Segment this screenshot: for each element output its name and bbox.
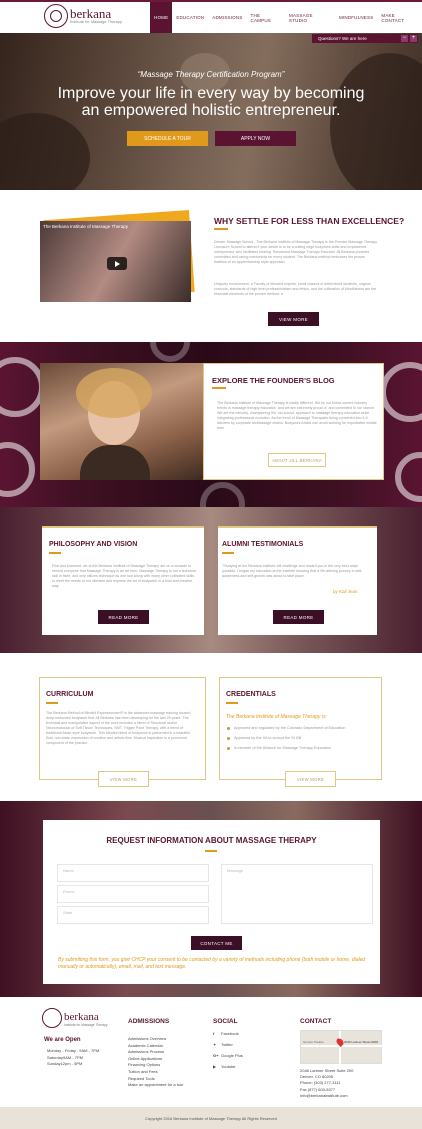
nav-make-contact[interactable]: Make Contact [377, 2, 422, 33]
social-links: f Facebook ✦ Twitter G+ Google Plus ▶ Youtub… [213, 1028, 243, 1072]
nav-education[interactable]: Education [172, 2, 208, 33]
hours-list: Monday - Friday : 9AM - 7PM Saturday9AM … [47, 1048, 99, 1068]
curriculum-title: CURRICULUM [46, 691, 94, 698]
divider [226, 702, 238, 704]
main-nav: Home Education Admissions The Campus Mas… [150, 2, 422, 33]
divider [49, 552, 61, 554]
hero-title-line2: an empowered holistic entrepreneur. [81, 102, 341, 119]
credentials-subtitle: The Berkana Institute of Massage Therapy… [226, 714, 327, 720]
footer-brand-name: berkana [64, 1011, 99, 1023]
hours-sunday: Sunday12pm - 5PM [47, 1061, 83, 1067]
nav-admissions[interactable]: Admissions [208, 2, 246, 33]
hero-title: Improve your life in every way by becomi… [0, 85, 422, 119]
credential-item: Approved and regulated by the Colorado D… [234, 726, 346, 730]
nav-massage-studio[interactable]: Massage Studio [285, 2, 335, 33]
alumni-quote: "Studying at the Berkana Institute will … [222, 564, 363, 578]
social-google-plus[interactable]: G+ Google Plus [213, 1050, 243, 1061]
hours-saturday: Saturday9AM - 7PM [47, 1054, 84, 1060]
social-facebook[interactable]: f Facebook [213, 1028, 243, 1039]
name-field[interactable]: Name [57, 864, 209, 882]
credential-item: A member of the Alliance for Massage The… [234, 746, 331, 750]
about-jill-button[interactable]: ABOUT JILL BERKANA [268, 453, 326, 467]
why-paragraph-2: Uniquely environment, a Faculty of devot… [214, 282, 377, 296]
google-plus-icon: G+ [213, 1053, 219, 1058]
divider [46, 702, 58, 704]
state-field[interactable]: State [57, 906, 209, 924]
why-view-more-button[interactable]: VIEW MORE [268, 312, 319, 326]
blog-text: The Berkana Institute of Massage Therapy… [217, 401, 377, 430]
philosophy-read-more-button[interactable]: READ MORE [98, 610, 149, 624]
questions-label[interactable]: Questions? We are here [318, 36, 367, 41]
nav-the-campus[interactable]: The Campus [247, 2, 285, 33]
request-title: REQUEST INFORMATION ABOUT MASSAGE THERAP… [106, 836, 317, 845]
credential-item: Approved by the VA to accept the GI Bill [234, 736, 302, 740]
footer-link[interactable]: Required Tools [128, 1076, 184, 1083]
contact-me-button[interactable]: CONTACT ME [191, 936, 242, 950]
divider [205, 850, 217, 852]
brand-tagline: Institute for Massage Therapy [70, 20, 123, 24]
hours-weekday: Monday - Friday : 9AM - 7PM [47, 1048, 100, 1053]
contact-heading: CONTACT [300, 1018, 332, 1025]
founder-photo [40, 363, 203, 480]
consent-note: By submitting this form, you give CHCP y… [58, 957, 366, 970]
footer-brand-tagline: Institute for Massage Therapy [64, 1023, 108, 1027]
footer-link[interactable]: Online Applications [128, 1056, 184, 1063]
divider [212, 387, 226, 389]
alumni-title: ALUMNI TESTIMONIALS [222, 541, 304, 548]
hero-quote: “Massage Therapy Certification Program” [137, 70, 285, 79]
footer-link[interactable]: Tuition and Fees [128, 1069, 184, 1076]
alumni-author: by Kali Jean [333, 589, 358, 594]
check-icon [227, 737, 230, 740]
divider [222, 552, 234, 554]
map-address-label: 2046 Larimer Street #200 [344, 1040, 379, 1044]
map-left-label: Nampa Theatre [303, 1040, 324, 1044]
footer-link[interactable]: Make an appointment for a tour [128, 1082, 184, 1089]
collapse-icon[interactable]: − [401, 35, 408, 42]
expand-icon[interactable]: + [410, 35, 417, 42]
schedule-tour-button[interactable]: SCHEDULE A TOUR [127, 131, 208, 146]
check-icon [227, 747, 230, 750]
nav-home[interactable]: Home [150, 2, 173, 33]
footer-link[interactable]: Financing Options [128, 1062, 184, 1069]
social-heading: SOCIAL [213, 1018, 238, 1025]
video-title[interactable]: The Berkana Institute of Massage Therapy [43, 224, 128, 229]
alumni-read-more-button[interactable]: READ MORE [273, 610, 324, 624]
hours-heading: We are Open [44, 1037, 81, 1043]
message-field[interactable]: Message [221, 864, 373, 924]
curriculum-view-more-button[interactable]: VIEW MORE [98, 771, 149, 787]
footer-link[interactable]: Academic Calendar [128, 1043, 184, 1050]
why-title: WHY SETTLE FOR LESS THAN EXCELLENCE? [214, 216, 405, 226]
credentials-view-more-button[interactable]: VIEW MORE [285, 771, 336, 787]
brand-logo-icon[interactable] [44, 4, 68, 28]
curriculum-text: The Berkana Method of Mindful Expression… [46, 711, 191, 745]
youtube-icon: ▶ [213, 1064, 217, 1069]
hero-title-line1: Improve your life in every way by becomi… [57, 85, 365, 102]
admissions-heading: ADMISSIONS [128, 1018, 170, 1025]
contact-email[interactable]: Info@berkanainstitute.com [300, 1093, 353, 1099]
why-paragraph-1: Denver Massage School - The Berkana Inst… [214, 240, 377, 264]
apply-now-button[interactable]: APPLY NOW [215, 131, 296, 146]
check-icon [227, 727, 230, 730]
play-icon[interactable] [107, 257, 127, 270]
blog-title: EXPLORE THE FOUNDER'S BLOG [212, 376, 335, 385]
divider [214, 228, 228, 230]
footer-link[interactable]: Admissions Overview [128, 1036, 184, 1043]
twitter-icon: ✦ [213, 1042, 217, 1047]
admissions-links: Admissions Overview Academic Calendar Ad… [128, 1036, 184, 1089]
social-youtube[interactable]: ▶ Youtube [213, 1061, 243, 1072]
phone-field[interactable]: Phone [57, 885, 209, 903]
contact-details: 2046 Larimer Street Suite 200 Denver, CO… [300, 1068, 353, 1099]
location-map[interactable]: Nampa Theatre 2046 Larimer Street #200 [300, 1030, 383, 1065]
footer-link[interactable]: Admissions Process [128, 1049, 184, 1056]
social-twitter[interactable]: ✦ Twitter [213, 1039, 243, 1050]
nav-mindfulness[interactable]: Mindfulness [335, 2, 377, 33]
facebook-icon: f [213, 1031, 215, 1036]
copyright-bar: Copyright 2016 Berkana Institute of Mass… [0, 1107, 422, 1129]
footer-logo-icon[interactable] [42, 1008, 62, 1028]
credentials-title: CREDENTIALS [226, 691, 276, 698]
philosophy-text: First and foremost, we at the Berkana In… [52, 564, 196, 588]
philosophy-title: PHILOSOPHY AND VISION [49, 541, 138, 548]
